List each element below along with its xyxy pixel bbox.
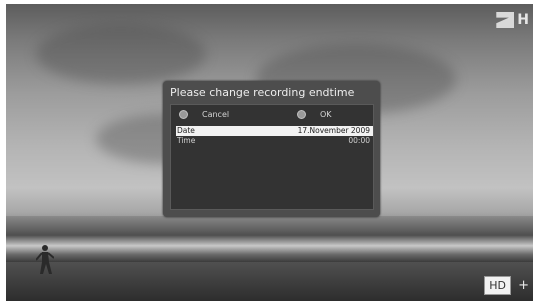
channel-logo-icon — [496, 12, 515, 28]
beach — [6, 262, 533, 301]
hd-badge: HD — [484, 276, 511, 295]
dialog-button-row: Cancel OK — [171, 110, 373, 124]
tv-screen: H Please change recording endtime Cancel… — [6, 4, 533, 301]
sea — [6, 216, 533, 264]
date-value: 17.November 2009 — [297, 126, 370, 135]
red-button-icon — [179, 110, 188, 119]
recording-endtime-dialog: Please change recording endtime Cancel O… — [163, 81, 380, 217]
time-field[interactable]: Time 00:00 — [176, 136, 373, 146]
dialog-title: Please change recording endtime — [170, 86, 355, 99]
channel-logo-text: H — [517, 12, 529, 28]
time-value: 00:00 — [348, 136, 370, 145]
time-label: Time — [177, 136, 196, 145]
date-field[interactable]: Date 17.November 2009 — [176, 126, 373, 136]
cancel-label: Cancel — [202, 110, 230, 119]
green-button-icon — [297, 110, 306, 119]
cloud — [36, 24, 206, 84]
ok-label: OK — [320, 110, 332, 119]
channel-logo: H — [496, 8, 529, 32]
dialog-body: Cancel OK Date 17.November 2009 Time 00:… — [170, 104, 374, 210]
surfer-silhouette — [36, 245, 54, 274]
plus-icon: + — [518, 278, 529, 293]
date-label: Date — [177, 126, 195, 135]
cancel-button[interactable]: Cancel — [179, 110, 229, 119]
ok-button[interactable]: OK — [297, 110, 332, 119]
